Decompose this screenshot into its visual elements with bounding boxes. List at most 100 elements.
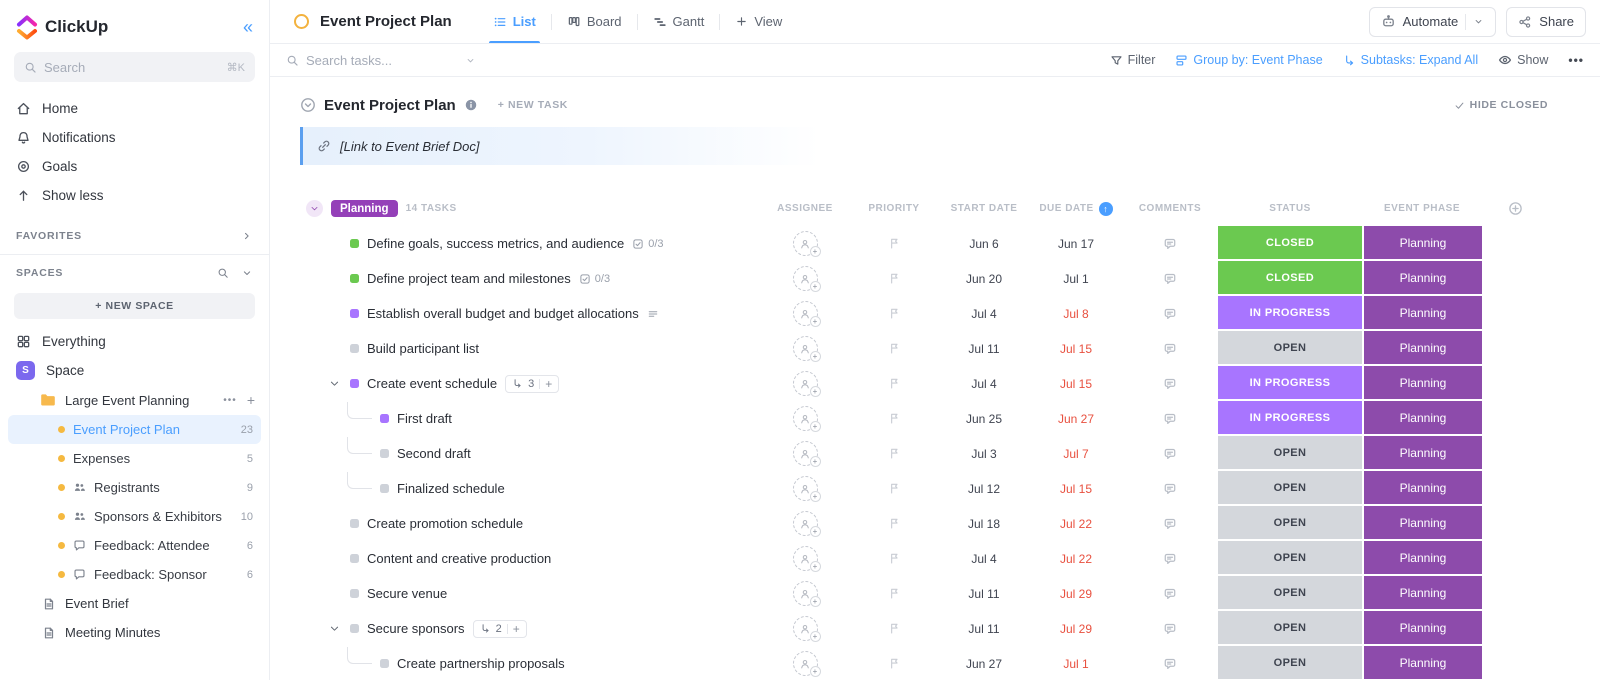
task-row[interactable]: First draft + Jun 25 Jun 27 IN PROGRESS …: [300, 401, 1548, 436]
task-row[interactable]: Finalized schedule + Jul 12 Jul 15 OPEN …: [300, 471, 1548, 506]
task-row[interactable]: Create promotion schedule + Jul 18 Jul 2…: [300, 506, 1548, 541]
priority-flag-icon[interactable]: [888, 307, 901, 320]
status-badge[interactable]: IN PROGRESS: [1218, 401, 1362, 436]
due-date[interactable]: Jul 15: [1030, 342, 1122, 356]
status-badge[interactable]: CLOSED: [1218, 226, 1362, 261]
start-date[interactable]: Jun 20: [938, 272, 1030, 286]
task-row[interactable]: Create partnership proposals + Jun 27 Ju…: [300, 646, 1548, 680]
task-row[interactable]: Content and creative production + Jul 4 …: [300, 541, 1548, 576]
favorites-section-header[interactable]: FAVORITES: [0, 218, 269, 254]
assignee-add-button[interactable]: +: [792, 441, 821, 467]
task-name[interactable]: Content and creative production: [367, 551, 551, 566]
start-date[interactable]: Jun 27: [938, 657, 1030, 671]
subtasks-badge[interactable]: 3 +: [505, 374, 560, 393]
collapse-circle-icon[interactable]: [300, 97, 316, 113]
priority-flag-icon[interactable]: [888, 377, 901, 390]
sidebar-item-space[interactable]: S Space: [0, 356, 269, 385]
task-row[interactable]: Create event schedule 3 + + Jul 4 Jul 15: [300, 366, 1548, 401]
start-date[interactable]: Jul 4: [938, 552, 1030, 566]
add-view-button[interactable]: View: [720, 0, 797, 43]
event-phase-badge[interactable]: Planning: [1362, 366, 1482, 401]
task-name[interactable]: Define project team and milestones: [367, 271, 571, 286]
sidebar-folder-large-event-planning[interactable]: Large Event Planning ••• +: [0, 385, 269, 415]
sidebar-list-registrants[interactable]: Registrants 9: [8, 473, 261, 502]
comment-icon[interactable]: [1163, 552, 1177, 566]
expand-caret-icon[interactable]: [326, 378, 342, 389]
priority-flag-icon[interactable]: [888, 657, 901, 670]
event-phase-badge[interactable]: Planning: [1362, 261, 1482, 296]
assignee-add-button[interactable]: +: [792, 546, 821, 572]
status-badge[interactable]: OPEN: [1218, 646, 1362, 680]
due-date[interactable]: Jul 15: [1030, 377, 1122, 391]
status-badge[interactable]: OPEN: [1218, 576, 1362, 611]
assignee-add-button[interactable]: +: [792, 371, 821, 397]
status-badge[interactable]: IN PROGRESS: [1218, 366, 1362, 401]
priority-flag-icon[interactable]: [888, 622, 901, 635]
due-date[interactable]: Jul 1: [1030, 657, 1122, 671]
task-name[interactable]: Second draft: [397, 446, 471, 461]
task-status-square[interactable]: [350, 519, 359, 528]
start-date[interactable]: Jul 11: [938, 342, 1030, 356]
show-button[interactable]: Show: [1498, 53, 1548, 67]
priority-flag-icon[interactable]: [888, 342, 901, 355]
task-row[interactable]: Second draft + Jul 3 Jul 7 OPEN Planning: [300, 436, 1548, 471]
group-by-button[interactable]: Group by: Event Phase: [1175, 53, 1323, 67]
due-date[interactable]: Jul 22: [1030, 552, 1122, 566]
task-name[interactable]: Secure sponsors: [367, 621, 465, 636]
status-badge[interactable]: OPEN: [1218, 611, 1362, 646]
task-name[interactable]: Define goals, success metrics, and audie…: [367, 236, 624, 251]
search-tasks-input[interactable]: Search tasks...: [286, 53, 476, 68]
due-date[interactable]: Jul 29: [1030, 587, 1122, 601]
comment-icon[interactable]: [1163, 482, 1177, 496]
priority-flag-icon[interactable]: [888, 517, 901, 530]
comment-icon[interactable]: [1163, 657, 1177, 671]
sidebar-item-goals[interactable]: Goals: [0, 152, 269, 181]
task-name[interactable]: Build participant list: [367, 341, 479, 356]
info-icon[interactable]: [464, 98, 478, 112]
start-date[interactable]: Jun 6: [938, 237, 1030, 251]
task-name[interactable]: Create event schedule: [367, 376, 497, 391]
comment-icon[interactable]: [1163, 447, 1177, 461]
assignee-add-button[interactable]: +: [792, 301, 821, 327]
priority-flag-icon[interactable]: [888, 482, 901, 495]
assignee-add-button[interactable]: +: [792, 266, 821, 292]
column-header-due-date[interactable]: DUE DATE ↑: [1030, 201, 1122, 216]
priority-flag-icon[interactable]: [888, 272, 901, 285]
add-subtask-button[interactable]: +: [545, 377, 552, 391]
comment-icon[interactable]: [1163, 272, 1177, 286]
task-row[interactable]: Build participant list + Jul 11 Jul 15 O…: [300, 331, 1548, 366]
event-phase-badge[interactable]: Planning: [1362, 401, 1482, 436]
due-date[interactable]: Jul 22: [1030, 517, 1122, 531]
chevron-right-icon[interactable]: [241, 230, 253, 242]
start-date[interactable]: Jul 11: [938, 622, 1030, 636]
priority-flag-icon[interactable]: [888, 412, 901, 425]
task-name[interactable]: Secure venue: [367, 586, 447, 601]
due-date[interactable]: Jul 29: [1030, 622, 1122, 636]
comment-icon[interactable]: [1163, 237, 1177, 251]
sidebar-item-home[interactable]: Home: [0, 94, 269, 123]
sidebar-item-everything[interactable]: Everything: [0, 327, 269, 356]
task-name[interactable]: Finalized schedule: [397, 481, 505, 496]
task-row[interactable]: Define project team and milestones 0/3 +…: [300, 261, 1548, 296]
task-row[interactable]: Secure sponsors 2 + + Jul 11 Jul 29 OPEN…: [300, 611, 1548, 646]
sidebar-list-feedback-sponsor[interactable]: Feedback: Sponsor 6: [8, 560, 261, 589]
assignee-add-button[interactable]: +: [792, 336, 821, 362]
task-status-square[interactable]: [350, 554, 359, 563]
add-column-button[interactable]: [1482, 201, 1548, 216]
chevron-down-icon[interactable]: [1473, 16, 1484, 27]
task-row[interactable]: Define goals, success metrics, and audie…: [300, 226, 1548, 261]
sidebar-search-input[interactable]: Search ⌘K: [14, 52, 255, 82]
event-phase-badge[interactable]: Planning: [1362, 541, 1482, 576]
event-phase-badge[interactable]: Planning: [1362, 471, 1482, 506]
sidebar-item-show-less[interactable]: Show less: [0, 181, 269, 210]
automate-button[interactable]: Automate: [1368, 6, 1497, 37]
assignee-add-button[interactable]: +: [792, 476, 821, 502]
priority-flag-icon[interactable]: [888, 447, 901, 460]
search-icon[interactable]: [217, 267, 229, 279]
event-phase-badge[interactable]: Planning: [1362, 331, 1482, 366]
subtasks-button[interactable]: Subtasks: Expand All: [1343, 53, 1478, 67]
chevron-down-icon[interactable]: [241, 267, 253, 279]
hide-closed-toggle[interactable]: HIDE CLOSED: [1454, 99, 1548, 111]
doc-link-banner[interactable]: [Link to Event Brief Doc]: [300, 127, 820, 165]
task-name[interactable]: First draft: [397, 411, 452, 426]
